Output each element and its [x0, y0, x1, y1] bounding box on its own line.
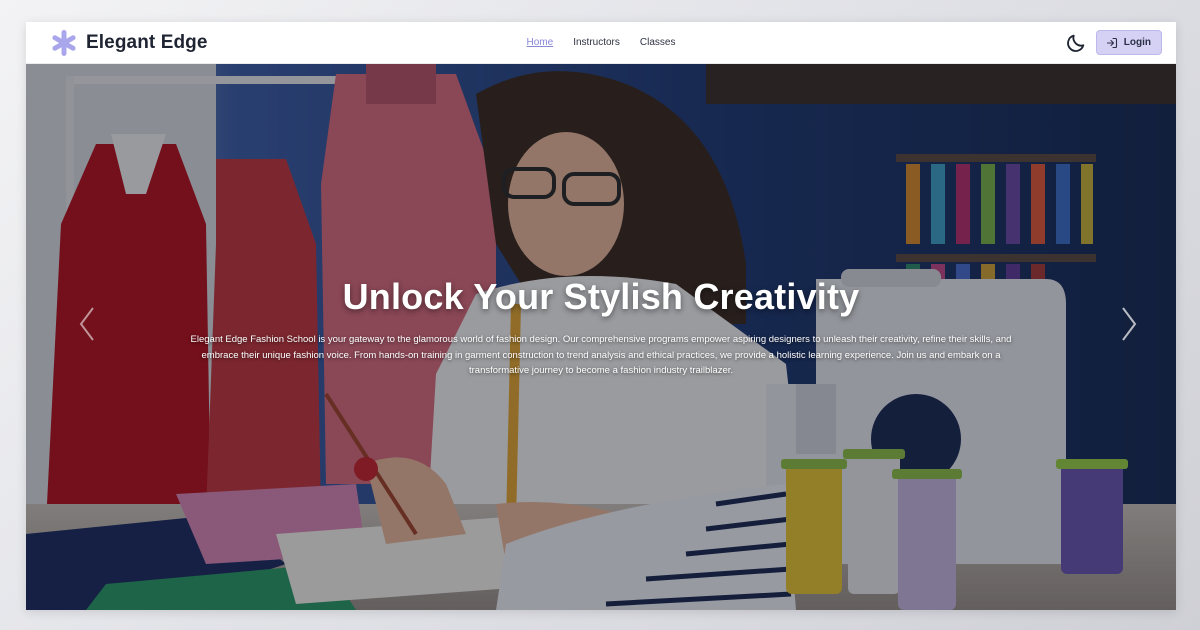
flower-asterisk-icon — [52, 29, 76, 56]
brand-name: Elegant Edge — [86, 31, 208, 53]
hero-title: Unlock Your Stylish Creativity — [342, 276, 860, 317]
nav-links: Home Instructors Classes — [527, 37, 676, 48]
carousel-prev-button[interactable] — [72, 302, 102, 346]
login-label: Login — [1123, 37, 1151, 48]
navbar: Elegant Edge Home Instructors Classes Lo… — [26, 22, 1176, 64]
chevron-right-icon — [1122, 307, 1137, 341]
theme-toggle-button[interactable] — [1064, 31, 1088, 55]
carousel-next-button[interactable] — [1114, 302, 1144, 346]
nav-link-home[interactable]: Home — [527, 37, 554, 48]
login-button[interactable]: Login — [1095, 30, 1162, 55]
nav-actions: Login — [1064, 30, 1162, 55]
chevron-left-icon — [79, 307, 94, 341]
nav-link-classes[interactable]: Classes — [640, 37, 676, 48]
hero-content: Unlock Your Stylish Creativity Elegant E… — [176, 276, 1026, 379]
login-arrow-icon — [1106, 37, 1117, 48]
moon-icon — [1066, 34, 1085, 52]
browser-page: Elegant Edge Home Instructors Classes Lo… — [26, 22, 1176, 610]
hero-description: Elegant Edge Fashion School is your gate… — [190, 334, 1012, 376]
nav-link-instructors[interactable]: Instructors — [573, 37, 620, 48]
brand-link[interactable]: Elegant Edge — [50, 29, 208, 57]
hero-carousel: Unlock Your Stylish Creativity Elegant E… — [26, 64, 1176, 610]
